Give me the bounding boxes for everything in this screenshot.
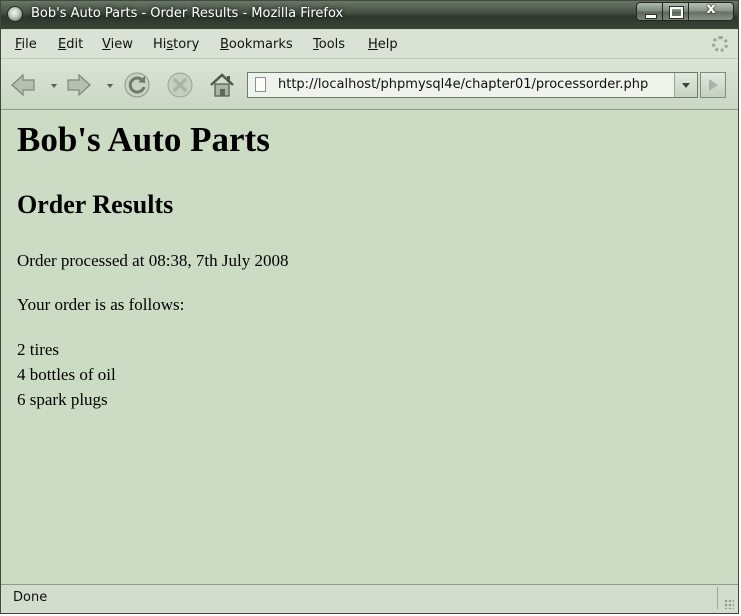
stop-button[interactable] <box>166 71 194 99</box>
forward-history-dropdown[interactable] <box>107 84 113 88</box>
menu-history[interactable]: History <box>153 37 199 52</box>
menu-help[interactable]: Help <box>368 37 398 52</box>
home-icon <box>210 73 234 97</box>
forward-button[interactable] <box>65 71 93 99</box>
minimize-button[interactable] <box>636 2 663 21</box>
navigation-toolbar: http://localhost/phpmysql4e/chapter01/pr… <box>1 59 738 110</box>
firefox-icon <box>7 6 23 22</box>
menu-bookmarks[interactable]: Bookmarks <box>220 37 293 52</box>
back-button[interactable] <box>9 71 37 99</box>
url-history-dropdown[interactable] <box>674 73 697 97</box>
page-subtitle: Order Results <box>17 190 174 219</box>
close-button[interactable]: x <box>689 1 734 21</box>
back-history-dropdown[interactable] <box>51 84 57 88</box>
back-icon <box>11 73 35 97</box>
title-bar[interactable]: Bob's Auto Parts - Order Results - Mozil… <box>1 1 738 29</box>
close-icon: x <box>706 1 716 17</box>
resize-grip-icon[interactable] <box>724 599 734 609</box>
menu-edit[interactable]: Edit <box>58 37 83 52</box>
stop-icon <box>167 72 193 98</box>
order-line-oil: 4 bottles of oil <box>17 365 116 384</box>
browser-window: Bob's Auto Parts - Order Results - Mozil… <box>0 0 739 614</box>
menu-tools[interactable]: Tools <box>313 37 345 52</box>
menu-file[interactable]: File <box>15 37 37 52</box>
go-button[interactable] <box>700 72 726 98</box>
menu-view[interactable]: View <box>102 37 133 52</box>
order-line-tires: 2 tires <box>17 340 60 359</box>
order-intro: Your order is as follows: <box>17 295 185 314</box>
window-controls: x <box>636 1 734 21</box>
status-divider <box>717 587 718 609</box>
page-content: Bob's Auto Parts Order Results Order pro… <box>1 110 738 584</box>
forward-icon <box>67 73 91 97</box>
menu-bar: File Edit View History Bookmarks Tools H… <box>1 30 738 59</box>
reload-icon <box>124 72 150 98</box>
page-icon <box>255 77 266 92</box>
reload-button[interactable] <box>123 71 151 99</box>
throbber-icon <box>712 36 728 52</box>
address-bar[interactable]: http://localhost/phpmysql4e/chapter01/pr… <box>247 72 698 98</box>
url-input[interactable]: http://localhost/phpmysql4e/chapter01/pr… <box>278 77 648 92</box>
order-timestamp: Order processed at 08:38, 7th July 2008 <box>17 251 289 270</box>
order-line-spark-plugs: 6 spark plugs <box>17 390 108 409</box>
page-title: Bob's Auto Parts <box>17 120 270 159</box>
status-bar: Done <box>1 584 738 613</box>
maximize-button[interactable] <box>663 2 689 21</box>
status-text: Done <box>13 590 48 605</box>
home-button[interactable] <box>208 71 236 99</box>
window-title: Bob's Auto Parts - Order Results - Mozil… <box>31 6 344 21</box>
